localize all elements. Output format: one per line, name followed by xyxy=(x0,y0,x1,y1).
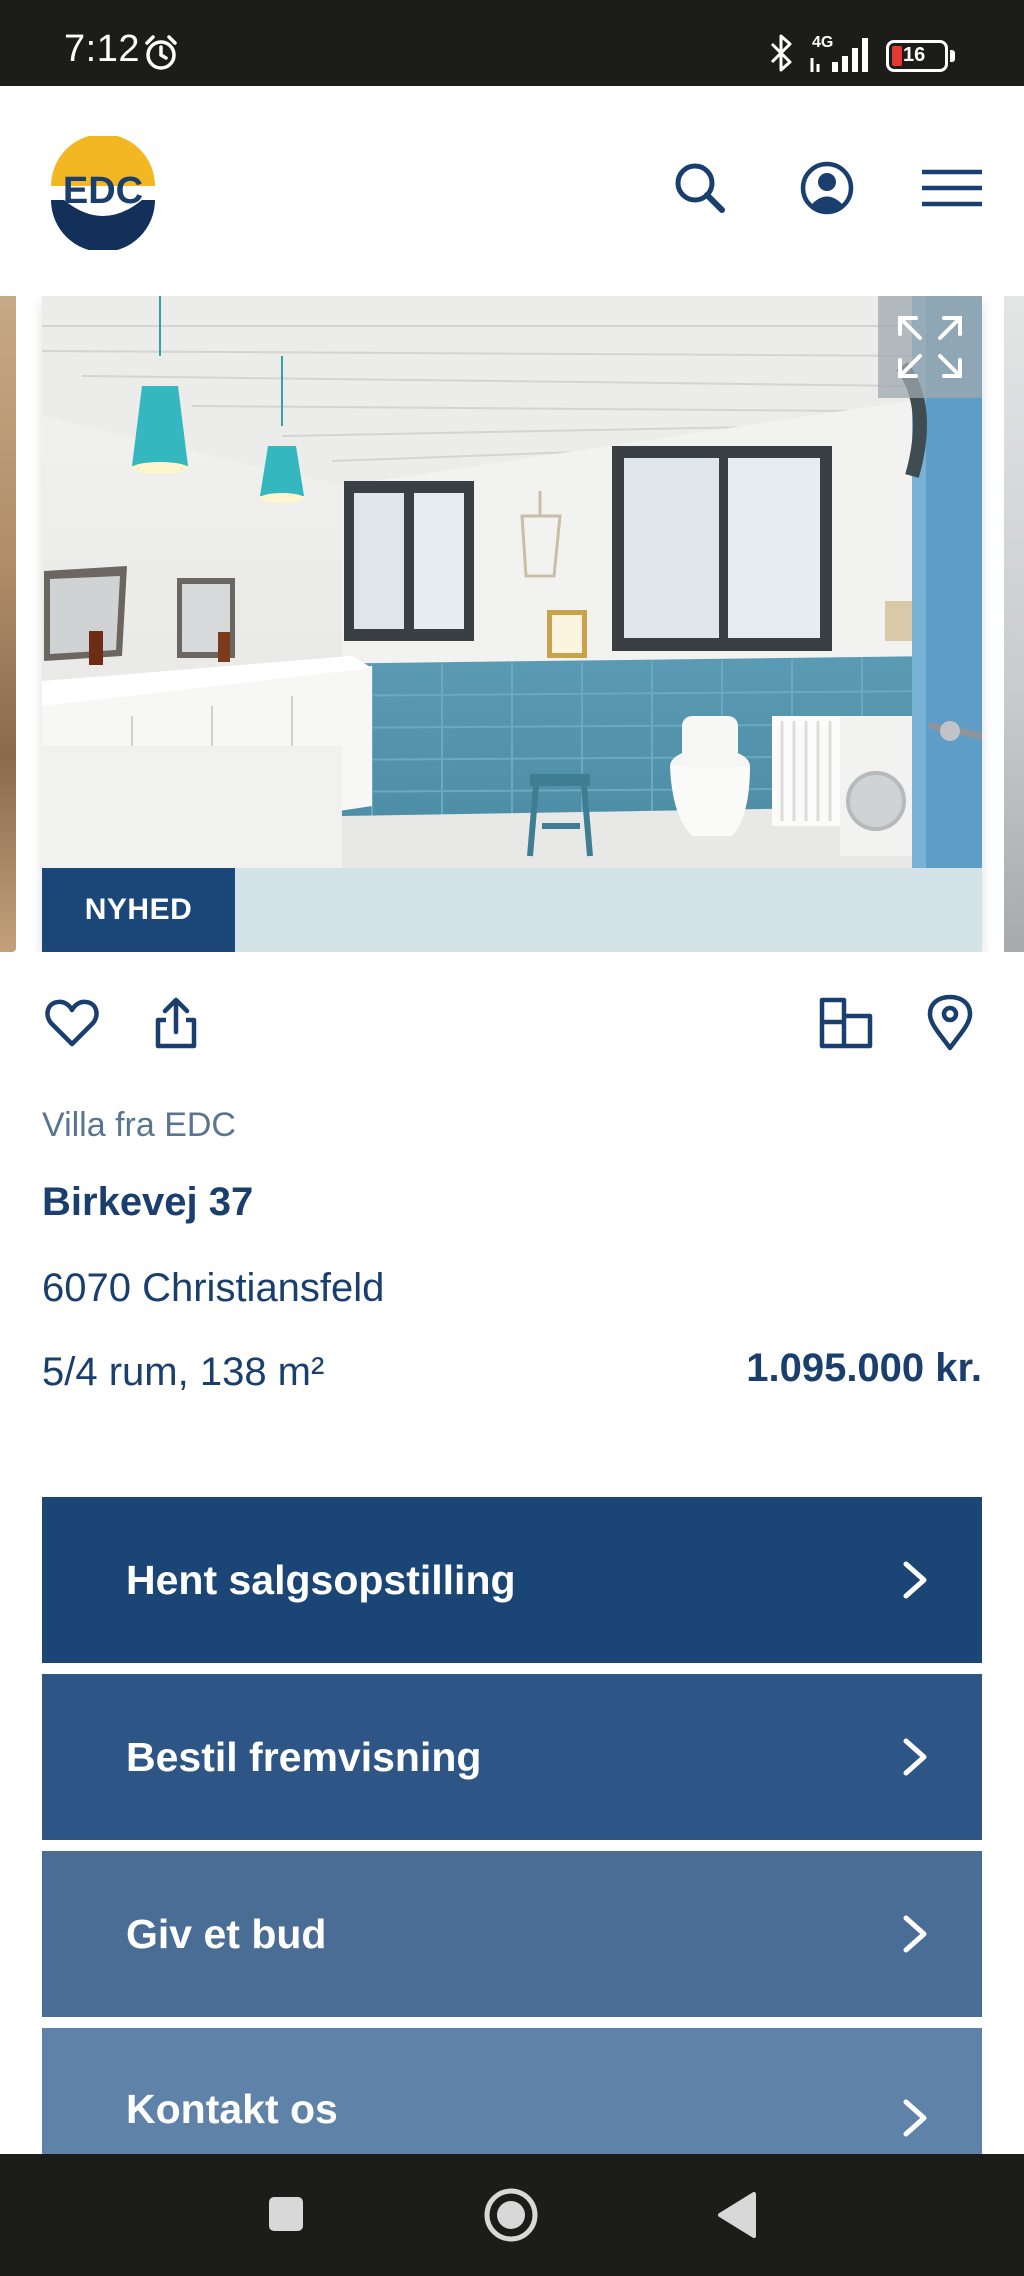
map-pin-icon[interactable] xyxy=(922,994,978,1052)
previous-slide-peek[interactable] xyxy=(0,296,16,952)
cta-label: Hent salgsopstilling xyxy=(126,1556,516,1603)
share-icon[interactable] xyxy=(148,994,204,1052)
battery-tip xyxy=(950,50,955,62)
favorite-heart-icon[interactable] xyxy=(44,994,100,1052)
logo-text: EDC xyxy=(63,170,143,212)
make-offer-button[interactable]: Giv et bud xyxy=(42,1851,982,2017)
property-city: 6070 Christiansfeld xyxy=(42,1266,385,1310)
status-time: 7:12 xyxy=(64,28,140,70)
alarm-icon xyxy=(145,35,177,70)
battery-icon: 16 xyxy=(886,40,948,72)
chevron-right-icon xyxy=(903,1561,927,1599)
new-badge: NYHED xyxy=(42,868,235,952)
expand-icon xyxy=(898,316,962,378)
floorplan-icon[interactable] xyxy=(818,994,874,1052)
edc-logo[interactable]: EDC xyxy=(46,136,160,250)
fullscreen-button[interactable] xyxy=(878,296,982,398)
download-sales-brochure-button[interactable]: Hent salgsopstilling xyxy=(42,1497,982,1663)
book-viewing-button[interactable]: Bestil fremvisning xyxy=(42,1674,982,1840)
bathroom-photo xyxy=(42,296,982,868)
property-price: 1.095.000 kr. xyxy=(746,1346,982,1390)
back-triangle-icon[interactable] xyxy=(688,2154,788,2276)
property-rooms-size: 5/4 rum, 138 m² xyxy=(42,1350,325,1394)
cta-label: Bestil fremvisning xyxy=(126,1733,482,1780)
property-gallery[interactable]: NYHED xyxy=(0,296,1024,952)
property-type: Villa fra EDC xyxy=(42,1106,236,1144)
next-slide-peek[interactable] xyxy=(1004,296,1024,952)
account-icon[interactable] xyxy=(797,158,857,218)
status-bar: 7:12 4G 16 xyxy=(0,0,1024,86)
chevron-right-icon xyxy=(903,2099,927,2137)
signal-icon xyxy=(810,38,868,72)
bluetooth-icon xyxy=(770,34,792,72)
chevron-right-icon xyxy=(903,1738,927,1776)
recents-square-icon[interactable] xyxy=(236,2154,336,2276)
battery-level: 16 xyxy=(903,44,926,66)
cta-label: Kontakt os xyxy=(126,2086,338,2132)
chevron-right-icon xyxy=(903,1915,927,1953)
property-address: Birkevej 37 xyxy=(42,1180,254,1224)
cta-label: Giv et bud xyxy=(126,1910,327,1957)
home-circle-icon[interactable] xyxy=(461,2154,561,2276)
site-header: EDC xyxy=(0,86,1024,296)
system-navigation-bar xyxy=(0,2154,1024,2276)
search-icon[interactable] xyxy=(670,158,730,218)
hamburger-menu-icon[interactable] xyxy=(920,158,984,218)
contact-us-button[interactable]: Kontakt os xyxy=(42,2028,982,2154)
gallery-slide[interactable]: NYHED xyxy=(42,296,982,952)
